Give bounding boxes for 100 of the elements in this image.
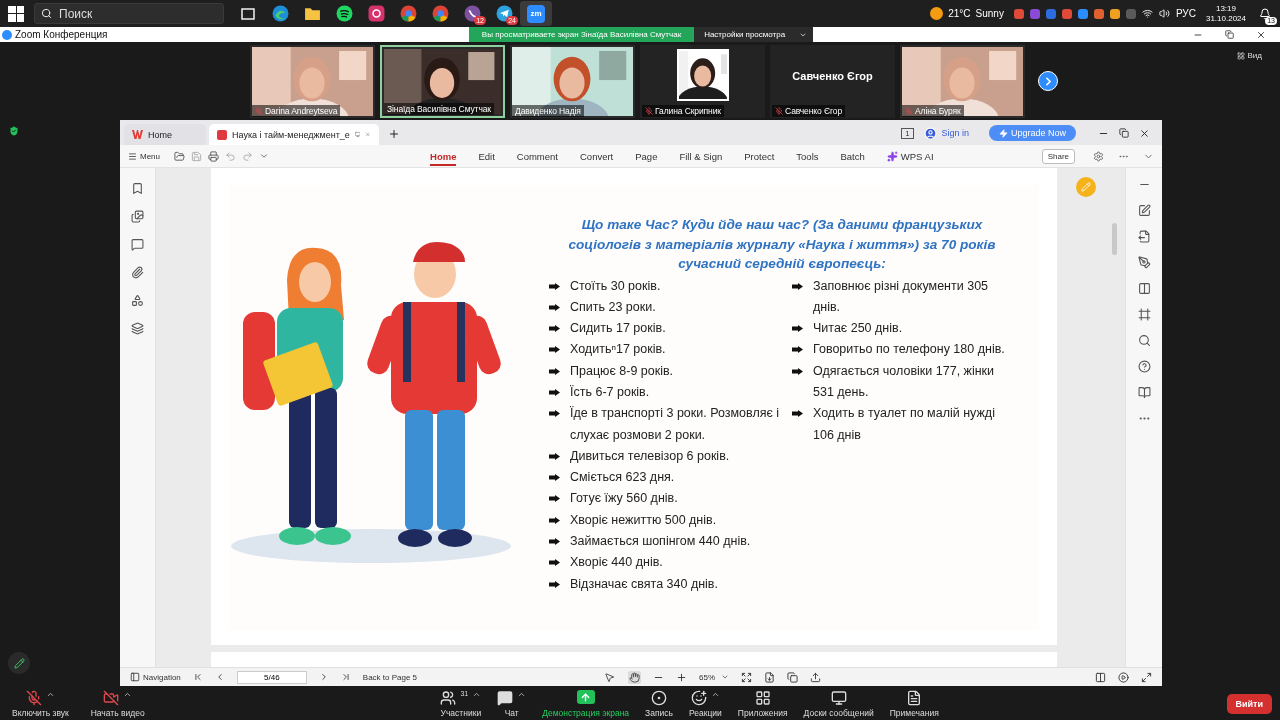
view-button[interactable]: Вид — [1230, 50, 1268, 61]
page-layout-icon[interactable] — [764, 671, 775, 683]
rotate-icon[interactable] — [787, 671, 798, 683]
ribbon-tab[interactable]: Comment — [516, 146, 558, 166]
ribbon-tab[interactable]: Batch — [840, 146, 865, 166]
book-icon[interactable] — [1137, 386, 1151, 399]
play-icon[interactable] — [1118, 671, 1129, 683]
caret-icon[interactable] — [517, 690, 527, 699]
menu-button[interactable]: Menu — [128, 151, 160, 161]
annotate-button[interactable] — [8, 652, 30, 674]
leave-button[interactable]: Вийти — [1226, 694, 1272, 714]
list-item: Готує їжу 560 днів. — [570, 490, 678, 508]
zoom-select[interactable]: 65% — [699, 672, 729, 682]
open-icon[interactable] — [174, 150, 185, 162]
toolbar-button[interactable]: Запись — [637, 690, 681, 718]
navigation-button[interactable]: Navigation — [130, 672, 181, 682]
start-button[interactable] — [8, 5, 24, 22]
view-settings-button[interactable]: Настройки просмотра — [694, 27, 814, 42]
tray-app-icon[interactable] — [1109, 8, 1120, 19]
wifi-icon[interactable] — [1141, 8, 1153, 19]
ribbon-tab[interactable]: Page — [635, 146, 658, 166]
restore-button[interactable] — [1225, 29, 1234, 40]
tray-app-icon[interactable] — [1045, 8, 1056, 19]
select-tool-button[interactable] — [603, 670, 616, 684]
restore-icon — [1225, 29, 1234, 39]
search-icon — [41, 8, 52, 19]
fullscreen-icon[interactable] — [1141, 671, 1152, 683]
document-tab[interactable]: Наука і тайм-менеджмент_е — [209, 124, 379, 145]
caret-icon[interactable] — [45, 690, 55, 699]
frame-icon[interactable] — [1137, 308, 1151, 321]
hand-tool-button[interactable] — [628, 670, 641, 684]
layers-icon[interactable] — [131, 322, 144, 335]
ribbon-tab[interactable]: Edit — [478, 146, 495, 166]
scrollbar-thumb[interactable] — [1112, 223, 1117, 255]
next-page-button[interactable] — [1038, 71, 1058, 91]
fit-page-icon[interactable] — [741, 671, 752, 683]
edit-icon[interactable] — [1137, 204, 1151, 217]
toolbar-button[interactable]: Приложения — [729, 690, 796, 718]
new-tab-icon[interactable] — [388, 128, 400, 140]
bell-icon — [1259, 7, 1271, 20]
chat-icon — [497, 690, 514, 706]
folder-icon — [303, 6, 321, 21]
upload-icon[interactable] — [810, 671, 821, 683]
ribbon-tab[interactable]: Convert — [580, 146, 614, 166]
toolbar-button[interactable]: Примечания — [881, 690, 947, 718]
bullet-icon — [549, 559, 560, 567]
close-button[interactable] — [1139, 127, 1150, 139]
tray-app-icon[interactable] — [1013, 8, 1024, 19]
caret-icon[interactable] — [472, 690, 482, 699]
toolbar-button[interactable]: Чат — [489, 690, 535, 718]
last-page-icon[interactable] — [340, 672, 351, 682]
bullet-icon — [549, 474, 560, 482]
bullet-icon — [792, 282, 803, 290]
zoom-in-icon[interactable] — [676, 671, 687, 683]
close-icon — [1256, 29, 1266, 40]
language-indicator[interactable]: РУС — [1175, 8, 1196, 19]
ribbon-tab[interactable]: Protect — [744, 146, 775, 166]
thumbnails-icon[interactable] — [131, 210, 144, 223]
attachment-icon[interactable] — [131, 266, 144, 279]
ribbon-tab[interactable]: Home — [430, 146, 457, 166]
bullet-icon — [792, 367, 803, 375]
back-to-page-link[interactable]: Back to Page 5 — [362, 672, 418, 682]
export-icon[interactable] — [1137, 230, 1151, 243]
help-icon[interactable] — [1137, 360, 1151, 373]
sign-in-button[interactable]: Sign in — [924, 126, 969, 140]
list-item: Їде в транспорті 3 роки. Розмовляє і слухає розмови 2 роки. — [570, 405, 781, 444]
columns-icon[interactable] — [1137, 282, 1151, 295]
ribbon-tab[interactable]: WPS AI — [886, 146, 934, 166]
ribbon-tab[interactable]: Fill & Sign — [679, 146, 723, 166]
document-tab[interactable]: Home — [124, 124, 206, 145]
print-icon[interactable] — [208, 150, 219, 162]
search-icon[interactable] — [1137, 334, 1151, 347]
pen-icon[interactable] — [1137, 256, 1151, 269]
tray-app-icon[interactable] — [1029, 8, 1040, 19]
restore-button[interactable] — [1119, 128, 1129, 138]
tray-app-icon[interactable] — [1061, 8, 1072, 19]
toolbar-button[interactable]: Реакции — [680, 690, 730, 718]
bullet-icon — [792, 325, 803, 333]
bookmark-icon[interactable] — [131, 182, 144, 195]
close-button[interactable] — [1256, 29, 1266, 40]
toolbar-button[interactable]: Включить звук — [4, 690, 77, 718]
toolbar-button[interactable]: Демонстрация экрана — [534, 690, 638, 718]
toolbar-button[interactable]: Начать видео — [82, 690, 153, 718]
ribbon-tab[interactable]: Tools — [796, 146, 819, 166]
notes-icon — [906, 690, 923, 706]
share-button[interactable]: Share — [1041, 148, 1075, 164]
caret-icon[interactable] — [710, 690, 720, 699]
search-field[interactable]: Поиск — [34, 3, 224, 24]
tray-app-icon[interactable] — [1093, 8, 1104, 19]
reading-mode-icon[interactable] — [1095, 671, 1106, 683]
tray-app-icon[interactable] — [1077, 8, 1088, 19]
comment-icon[interactable] — [131, 238, 144, 251]
shapes-icon[interactable] — [131, 294, 144, 307]
page-number-field[interactable]: 5/46 — [236, 670, 307, 684]
volume-icon[interactable] — [1158, 8, 1170, 19]
caret-icon[interactable] — [123, 690, 133, 699]
toolbar-button[interactable]: Доски сообщений — [795, 690, 882, 718]
list-item: Сидить 17 років. — [570, 320, 666, 338]
first-page-icon[interactable] — [192, 672, 203, 682]
settings-icon[interactable] — [1093, 150, 1104, 162]
